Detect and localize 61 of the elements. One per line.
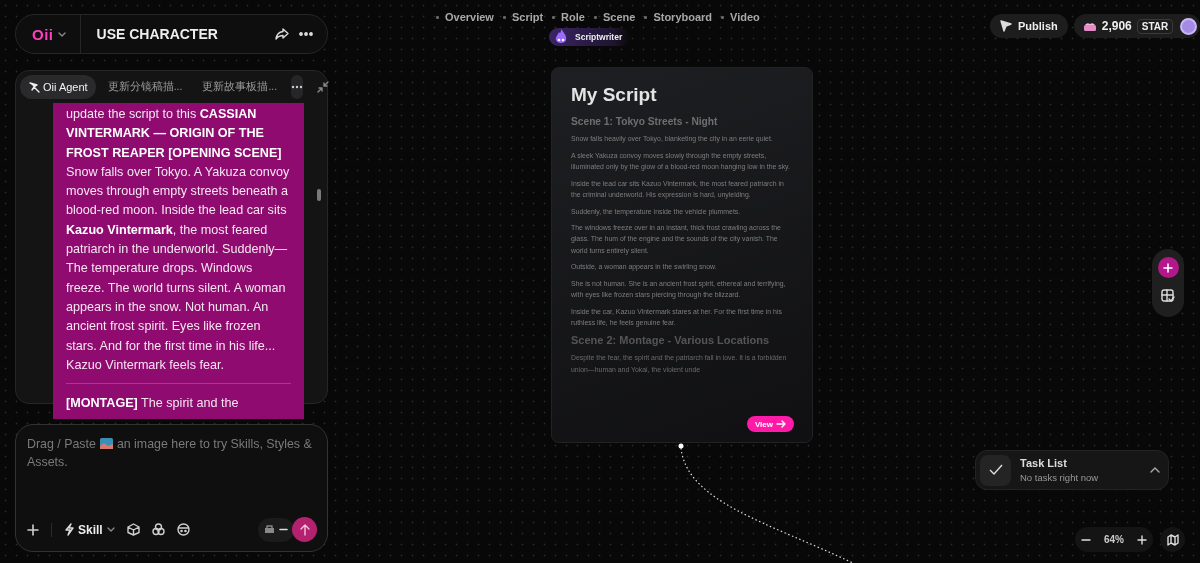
layout-check-icon[interactable]	[1161, 289, 1175, 303]
skill-button[interactable]: Skill	[64, 522, 115, 537]
plus-icon[interactable]	[1136, 534, 1147, 545]
placeholder-text: Drag / Paste an image here to try Skills, Styles & Assets.	[27, 436, 313, 471]
chat-tab[interactable]: 更新故事板描...	[194, 75, 286, 99]
minus-icon	[279, 528, 288, 531]
flame-icon	[553, 28, 569, 46]
map-icon	[1166, 533, 1179, 546]
currency-tag: STAR	[1136, 18, 1174, 34]
cube-icon[interactable]	[126, 523, 140, 536]
credits-pill[interactable]: 2,906 STAR	[1073, 14, 1200, 38]
chat-tab[interactable]: 更新分镜稿描...	[99, 75, 191, 99]
check-icon	[980, 454, 1011, 486]
avatar[interactable]	[1180, 17, 1198, 35]
toolbox-icon	[264, 525, 275, 534]
nav-step-link[interactable]: Script	[511, 11, 544, 23]
plus-icon	[1163, 262, 1173, 273]
chevron-down-icon	[106, 527, 115, 532]
share-icon[interactable]	[275, 28, 289, 40]
more-icon	[291, 85, 304, 89]
add-button[interactable]	[1157, 257, 1179, 278]
nav-step-link[interactable]: Overview	[445, 11, 494, 23]
chevron-up-icon[interactable]	[1150, 467, 1160, 473]
publish-button[interactable]: Publish	[990, 14, 1068, 38]
scene-heading: Scene 1: Tokyo Streets - Night	[571, 116, 719, 127]
collapse-icon[interactable]	[317, 81, 330, 93]
more-button[interactable]	[291, 75, 304, 99]
nav-step-link[interactable]: Video	[730, 11, 760, 23]
nav-step-link[interactable]: Storyboard	[653, 11, 713, 23]
arrow-right-icon	[776, 420, 786, 428]
zoom-level: 64%	[1104, 534, 1124, 545]
send-icon	[1000, 20, 1012, 32]
chevron-down-icon[interactable]	[57, 31, 66, 37]
face-icon[interactable]	[176, 523, 190, 536]
message-text: [MONTAGE] The spirit and the	[66, 395, 240, 413]
script-card[interactable]	[551, 67, 813, 443]
scene-heading: Scene 2: Montage - Various Locations	[571, 334, 771, 347]
plus-icon[interactable]	[27, 523, 39, 536]
more-icon[interactable]	[299, 32, 313, 36]
chat-tab[interactable]: Oii Agent	[20, 75, 96, 99]
logo[interactable]: Oii	[32, 25, 54, 43]
credits-count: 2,906	[1101, 19, 1132, 33]
project-title: USE CHARACTER	[95, 26, 219, 42]
script-title: My Script	[571, 84, 658, 106]
task-list-panel[interactable]: Task List No tasks right now	[975, 450, 1169, 490]
task-status: No tasks right now	[1020, 472, 1100, 483]
arrow-up-icon	[299, 523, 310, 536]
toolbox-button[interactable]	[258, 517, 294, 542]
role-badge: Scriptwriter	[549, 28, 631, 46]
circles-icon[interactable]	[151, 523, 165, 536]
lightning-icon	[64, 523, 74, 536]
nav-step-link[interactable]: Scene	[602, 11, 636, 23]
view-button[interactable]: View	[746, 416, 794, 432]
prompt-field[interactable]: Drag / Paste an image here to try Skills, Styles & Assets. Skill	[15, 424, 328, 552]
task-list-title: Task List	[1020, 457, 1068, 469]
image-icon	[99, 438, 113, 449]
send-button[interactable]	[292, 517, 317, 542]
nav-step-link[interactable]: Role	[561, 11, 585, 23]
message-text: update the script to this CASSIAN VINTERMARK — ORIGIN OF THE FROST REAPER [OPENING SCENE] Snow falls over Tokyo. A Yakuza convoy moves through empty streets beneath a blood-red moon. Inside the lead car sits Kazuo Vintermark, the most feared patriarch in the underworld. Suddenly— The temperature drops. Windows freeze. The world turns silent. A woman appears in the snow. Not human. An ancient frost spirit. Eyes like frozen stars. And for the first time in his life... Kazuo Vintermark feels fear.	[66, 106, 291, 374]
scrollbar-thumb[interactable]	[317, 189, 321, 201]
map-button[interactable]	[1160, 527, 1185, 552]
